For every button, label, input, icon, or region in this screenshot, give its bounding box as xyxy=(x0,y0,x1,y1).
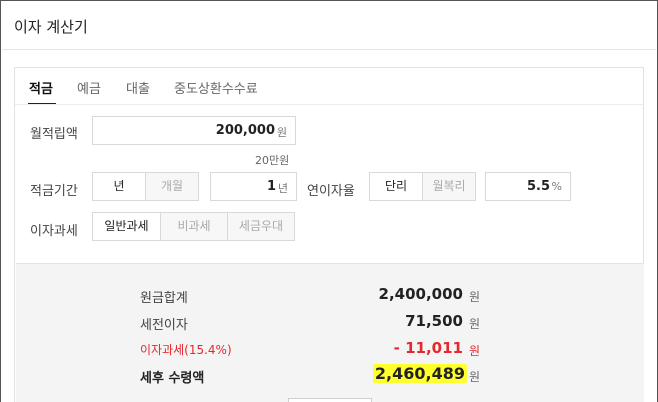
tab-divider xyxy=(15,104,643,105)
pretax-interest-label: 세전이자 xyxy=(140,318,188,333)
pretax-interest-unit: 원 xyxy=(469,317,481,331)
period-unit: 년 xyxy=(277,182,288,195)
monthly-deposit-value: 200,000 xyxy=(215,123,275,138)
monthly-deposit-input[interactable]: 200,000 원 xyxy=(92,116,296,145)
principal-total-unit: 원 xyxy=(469,290,481,304)
period-label: 적금기간 xyxy=(30,184,78,199)
after-tax-amount-unit: 원 xyxy=(469,370,481,384)
monthly-deposit-label: 월적립액 xyxy=(30,127,78,142)
simple-interest-option[interactable]: 단리 xyxy=(370,173,422,200)
interest-type-toggle: 단리 월복리 xyxy=(369,172,476,201)
monthly-compound-option[interactable]: 월복리 xyxy=(422,173,475,200)
reset-button[interactable] xyxy=(288,398,372,402)
tax-type-toggle: 일반과세 비과세 세금우대 xyxy=(92,212,295,241)
title-divider xyxy=(2,49,656,50)
after-tax-amount-value: 2,460,489 xyxy=(372,364,467,383)
calculator-card: 적금 예금 대출 중도상환수수료 월적립액 200,000 원 20만원 적금기… xyxy=(14,67,644,402)
interest-tax-amount-label: 이자과세(15.4%) xyxy=(140,343,232,357)
principal-total-value: 2,400,000 xyxy=(378,285,463,303)
monthly-deposit-unit: 원 xyxy=(276,126,287,139)
tab-installment-savings[interactable]: 적금 xyxy=(29,78,53,97)
tax-general-option[interactable]: 일반과세 xyxy=(93,213,160,240)
period-unit-toggle: 년 개월 xyxy=(92,172,199,201)
after-tax-amount-label: 세후 수령액 xyxy=(140,371,205,386)
period-year-option[interactable]: 년 xyxy=(93,173,145,200)
interest-tax-amount-value: - 11,011 xyxy=(393,339,463,357)
monthly-deposit-hint: 20만원 xyxy=(255,154,290,167)
interest-rate-value: 5.5 xyxy=(526,179,550,194)
interest-tax-label: 이자과세 xyxy=(30,224,78,239)
tax-preferential-option[interactable]: 세금우대 xyxy=(227,213,294,240)
period-month-option[interactable]: 개월 xyxy=(145,173,198,200)
period-input[interactable]: 1 년 xyxy=(210,172,297,201)
tab-prepayment-fee[interactable]: 중도상환수수료 xyxy=(174,78,258,97)
pretax-interest-value: 71,500 xyxy=(405,312,463,330)
calculator-window: 이자 계산기 적금 예금 대출 중도상환수수료 월적립액 200,000 원 2… xyxy=(0,0,658,402)
interest-rate-unit: % xyxy=(551,180,562,193)
tab-loan[interactable]: 대출 xyxy=(126,78,150,97)
result-panel: 원금합계 2,400,000 원 세전이자 71,500 원 이자과세(15.4… xyxy=(16,263,644,402)
interest-rate-label: 연이자율 xyxy=(307,184,355,199)
after-tax-amount-value-wrapper: 2,460,489 xyxy=(372,364,467,383)
interest-tax-amount-unit: 원 xyxy=(469,344,481,358)
tax-exempt-option[interactable]: 비과세 xyxy=(160,213,227,240)
tab-deposit[interactable]: 예금 xyxy=(77,78,101,97)
page-title: 이자 계산기 xyxy=(14,18,88,36)
interest-rate-input[interactable]: 5.5 % xyxy=(485,172,571,201)
principal-total-label: 원금합계 xyxy=(140,291,188,306)
period-value: 1 xyxy=(266,179,276,194)
